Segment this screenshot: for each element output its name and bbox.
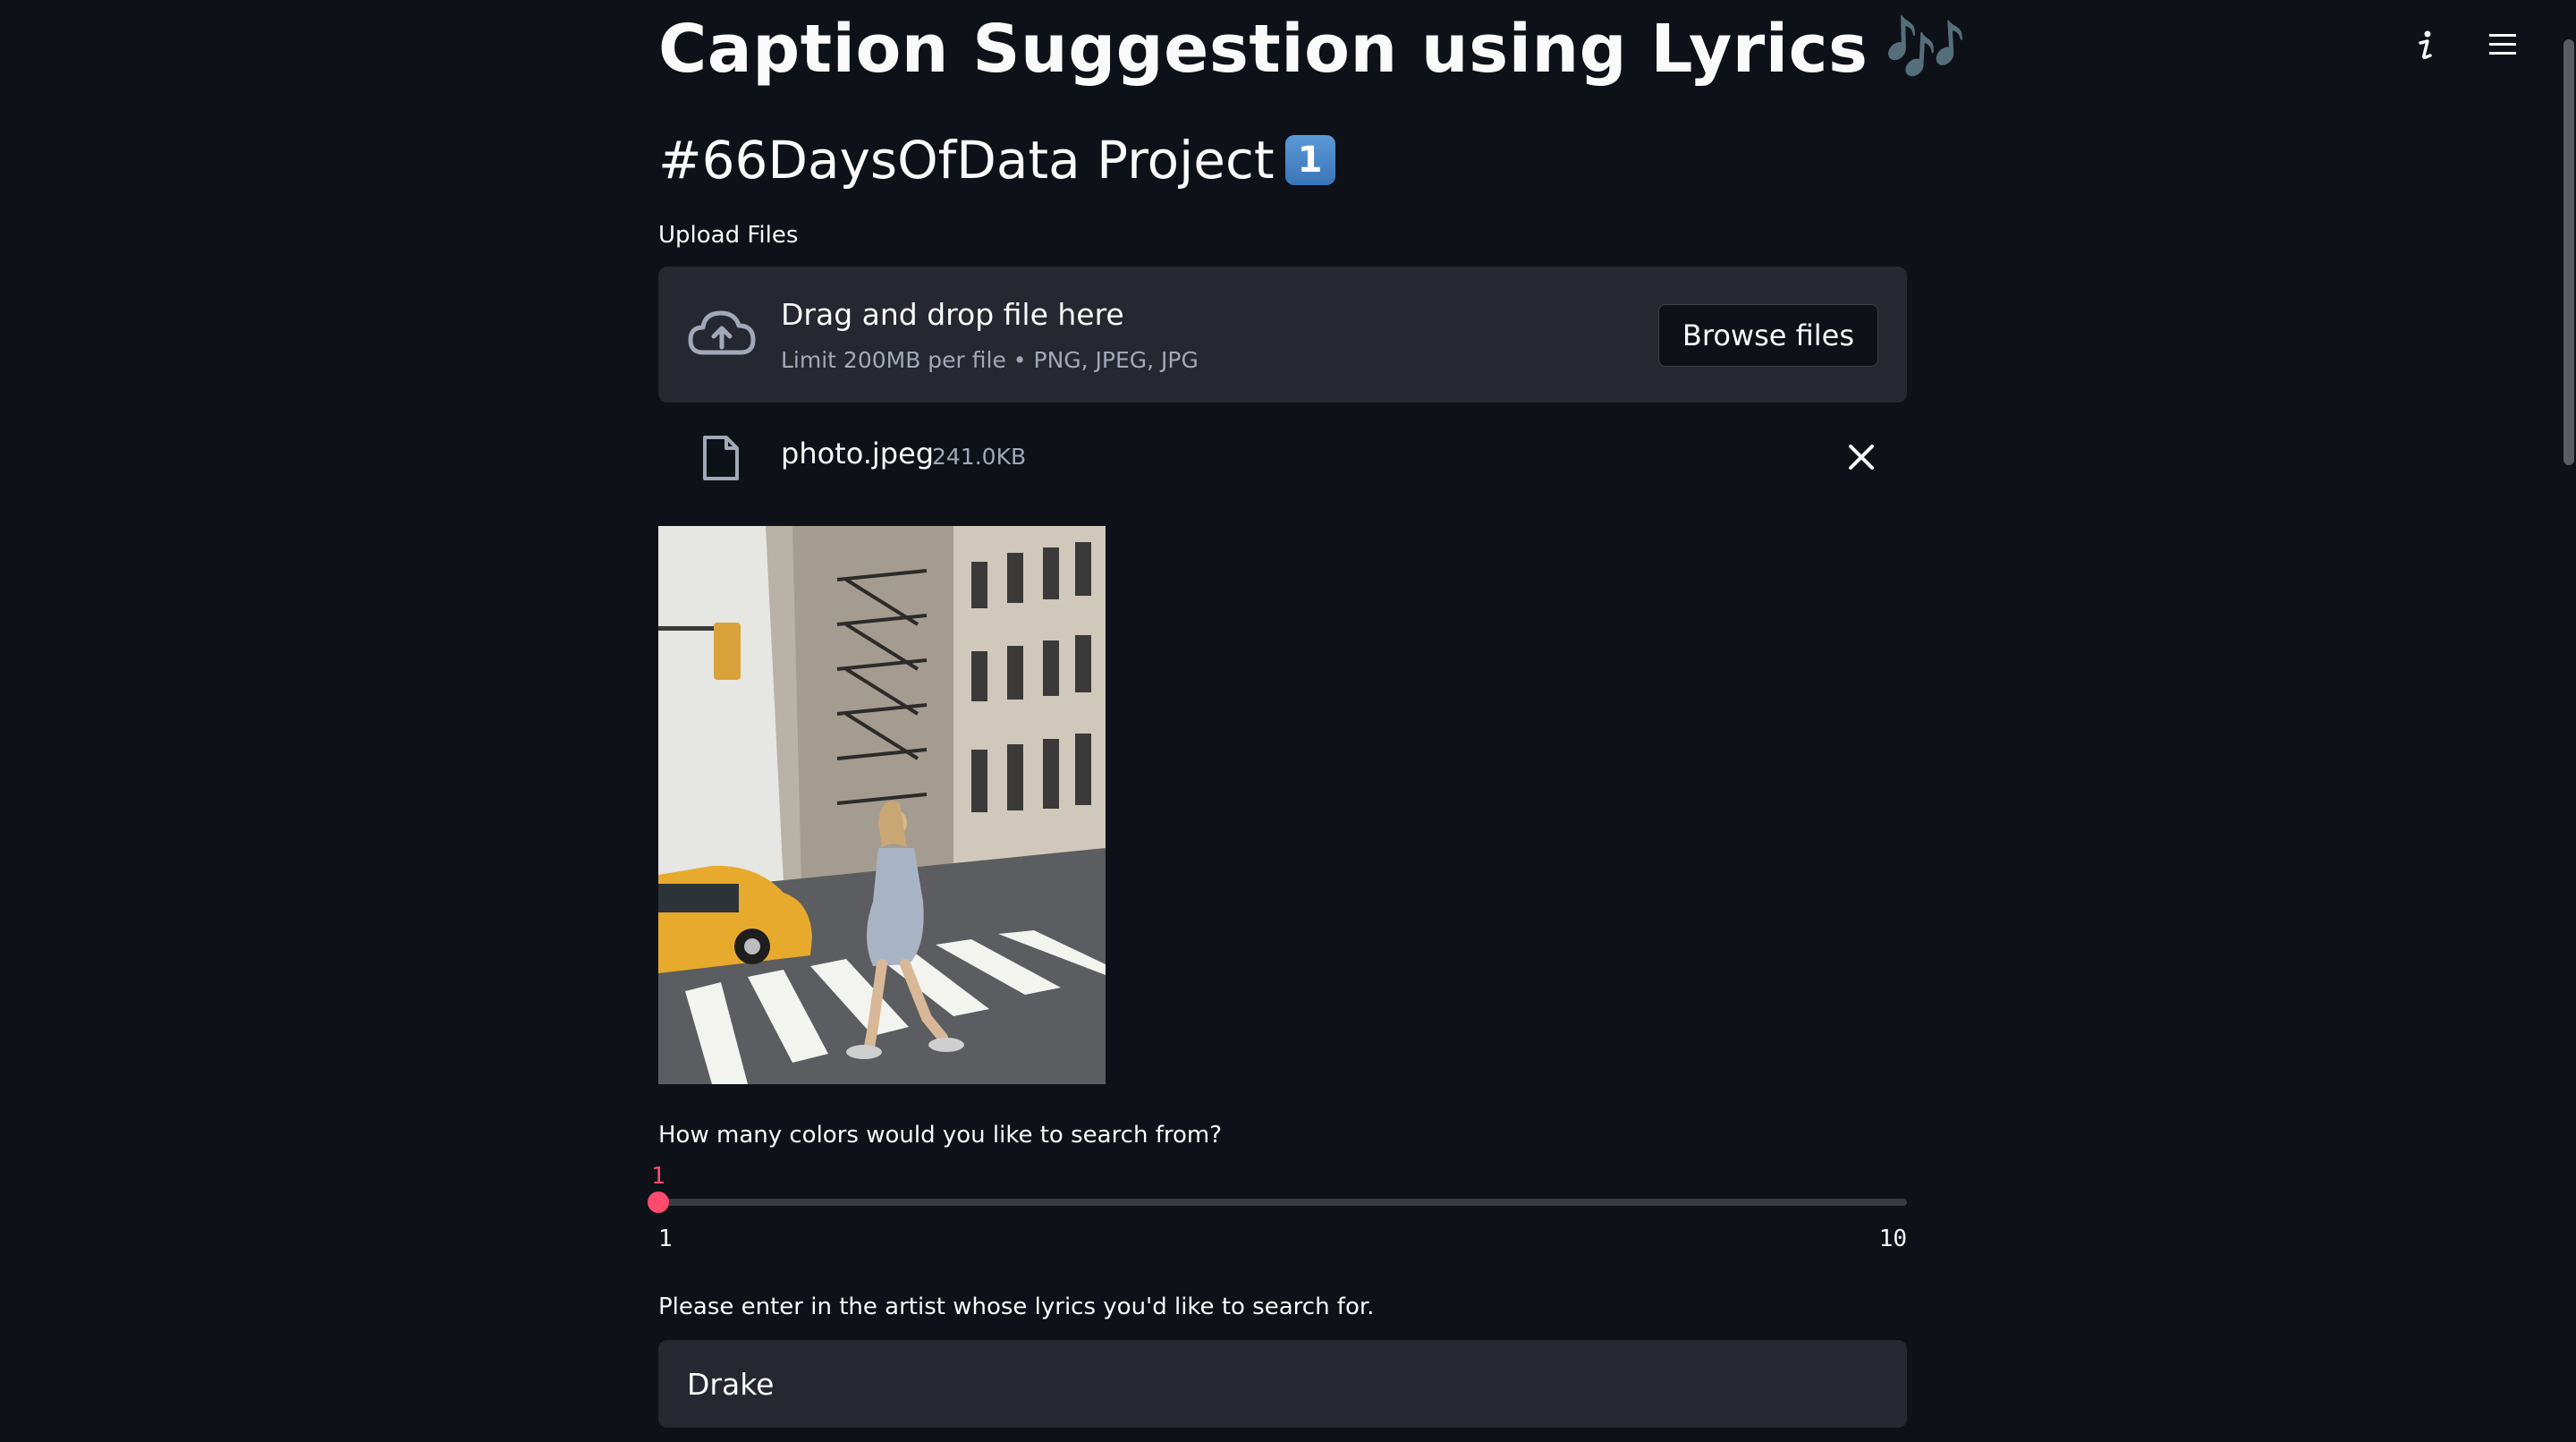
uploaded-file-row: photo.jpeg 241.0KB	[658, 426, 1907, 488]
keycap-one-icon: 1	[1284, 134, 1335, 185]
toolbar	[2408, 27, 2521, 63]
scrollbar-thumb[interactable]	[2563, 39, 2574, 465]
file-name: photo.jpeg	[781, 437, 935, 471]
browse-files-button[interactable]: Browse files	[1657, 304, 1878, 367]
colors-slider-label: How many colors would you like to search…	[658, 1122, 1223, 1149]
slider-current-value: 1	[651, 1163, 665, 1190]
file-icon	[703, 436, 739, 480]
page-subtitle: #66DaysOfData Project 1	[658, 129, 1335, 191]
scrollbar[interactable]	[2562, 0, 2576, 1442]
close-icon[interactable]	[1843, 438, 1880, 476]
page-title-text: Caption Suggestion using Lyrics	[658, 11, 1868, 88]
info-icon[interactable]	[2408, 27, 2444, 63]
slider-max-label: 10	[1878, 1226, 1907, 1252]
photo-street-scene	[658, 526, 1106, 1084]
dropzone-title: Drag and drop file here	[781, 297, 1124, 332]
hamburger-menu-icon[interactable]	[2485, 27, 2521, 63]
file-size: 241.0KB	[932, 444, 1027, 470]
slider-thumb[interactable]	[648, 1192, 669, 1213]
artist-input-label: Please enter in the artist whose lyrics …	[658, 1294, 1375, 1320]
page-title: Caption Suggestion using Lyrics 🎶	[658, 13, 1967, 86]
uploaded-photo	[658, 526, 1106, 1084]
slider-track[interactable]	[648, 1192, 1907, 1213]
upload-label: Upload Files	[658, 222, 799, 249]
page-subtitle-text: #66DaysOfData Project	[658, 130, 1275, 191]
artist-input[interactable]	[658, 1340, 1907, 1428]
slider-min-label: 1	[658, 1226, 673, 1252]
dropzone-limit: Limit 200MB per file • PNG, JPEG, JPG	[781, 347, 1199, 373]
music-notes-icon: 🎶	[1884, 11, 1968, 88]
file-dropzone[interactable]: Drag and drop file here Limit 200MB per …	[658, 267, 1907, 403]
cloud-upload-icon	[688, 310, 756, 355]
